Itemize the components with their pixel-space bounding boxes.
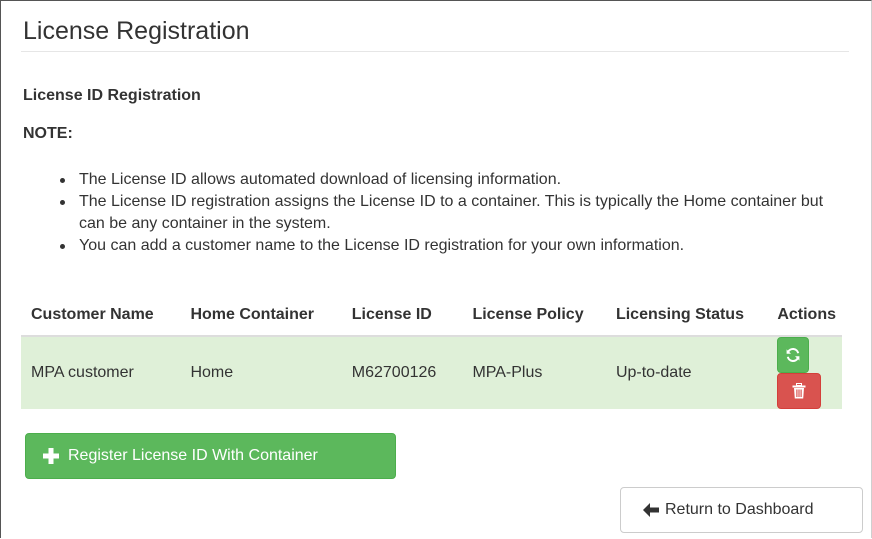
refresh-button[interactable] (777, 337, 810, 373)
table-row: MPA customer Home M62700126 MPA-Plus Up-… (21, 336, 842, 409)
delete-button[interactable] (777, 373, 822, 409)
title-divider (21, 51, 849, 52)
table-header-row: Customer Name Home Container License ID … (21, 297, 842, 337)
refresh-icon (786, 348, 800, 362)
cell-home-container: Home (190, 364, 234, 381)
note-item: The License ID allows automated download… (59, 169, 849, 191)
note-label: NOTE: (23, 125, 73, 142)
arrow-left-icon (643, 503, 659, 517)
note-item: The License ID registration assigns the … (59, 191, 849, 235)
page-title: License Registration (23, 17, 250, 45)
return-to-dashboard-label: Return to Dashboard (665, 501, 814, 518)
page-frame: License Registration License ID Registra… (0, 0, 872, 538)
license-table: Customer Name Home Container License ID … (21, 297, 842, 409)
header-actions: Actions (767, 297, 842, 337)
header-home-container: Home Container (180, 297, 342, 337)
note-item: You can add a customer name to the Licen… (59, 235, 849, 257)
header-licensing-status: Licensing Status (605, 297, 768, 337)
cell-actions (767, 336, 842, 409)
trash-icon (792, 383, 806, 399)
return-to-dashboard-button[interactable]: Return to Dashboard (620, 487, 863, 533)
header-license-id: License ID (341, 297, 463, 337)
register-license-button[interactable]: Register License ID With Container (25, 433, 396, 479)
header-customer-name: Customer Name (21, 297, 181, 337)
notes-list: The License ID allows automated download… (59, 169, 849, 257)
plus-icon (43, 448, 59, 464)
cell-license-id: M62700126 (351, 364, 437, 381)
section-heading: License ID Registration (23, 87, 201, 104)
cell-license-policy: MPA-Plus (472, 364, 543, 381)
cell-licensing-status: Up-to-date (615, 364, 692, 381)
register-license-label: Register License ID With Container (68, 447, 318, 464)
header-license-policy: License Policy (462, 297, 606, 337)
cell-customer-name: MPA customer (31, 364, 134, 381)
